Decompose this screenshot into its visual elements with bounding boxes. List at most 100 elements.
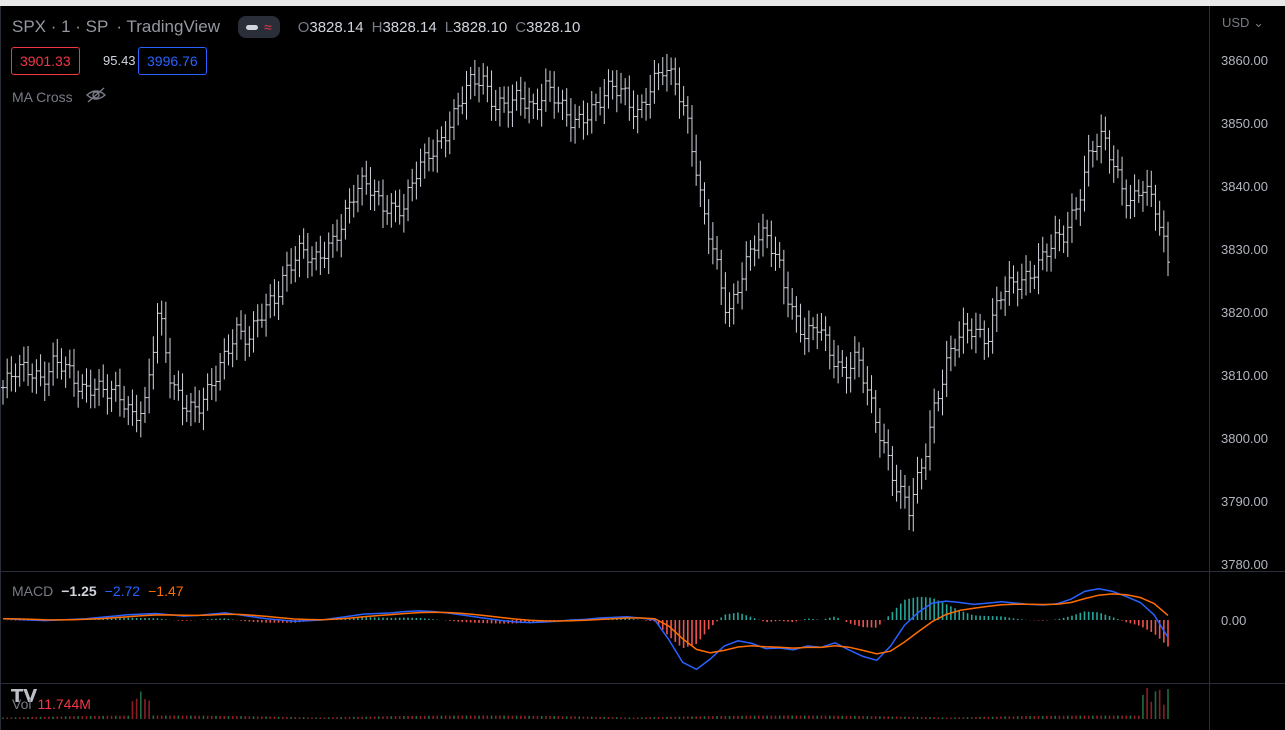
volume-legend[interactable]: Vol 11.744M (12, 696, 91, 712)
ohlc-bar (610, 70, 615, 100)
ohlc-bar (1015, 271, 1020, 307)
macd-signal-value: −2.72 (104, 583, 141, 599)
volume-name[interactable]: Vol (12, 696, 31, 712)
low-value: 3828.10 (453, 18, 508, 36)
ohlc-bar (602, 78, 607, 124)
ohlc-bar (134, 394, 139, 433)
ohlc-bar (1136, 179, 1141, 204)
symbol-title[interactable]: SPX · 1 · SP (12, 17, 108, 37)
ohlc-bar (1003, 276, 1008, 316)
ohlc-bar (117, 368, 122, 417)
ohlc-bar (330, 224, 335, 258)
ohlc-bar (368, 167, 373, 211)
ohlc-bar (339, 214, 344, 258)
currency-selector[interactable]: USD ⌄ (1222, 15, 1264, 31)
ohlc-bar (435, 129, 440, 173)
indicator-legend[interactable]: MA Cross (12, 86, 107, 107)
pane-separator-price-macd[interactable] (0, 571, 1209, 572)
ohlc-bar (852, 336, 857, 380)
ohlc-bar (689, 105, 694, 167)
ohlc-bar (973, 312, 978, 354)
ohlc-bar (857, 342, 862, 378)
ohlc-bar (1061, 225, 1066, 254)
chart-canvas[interactable] (0, 0, 1285, 730)
ohlc-bar (1145, 169, 1150, 206)
pane-separator-macd-volume[interactable] (0, 683, 1209, 684)
ohlc-bar (894, 464, 899, 502)
ohlc-bar (477, 67, 482, 103)
ohlc-bar (314, 241, 319, 271)
market-status-pill[interactable]: ≈ (238, 16, 280, 38)
macd-name[interactable]: MACD (12, 583, 53, 599)
ohlc-bar (539, 83, 544, 127)
ohlc-bar (1086, 134, 1091, 187)
ohlc-bar (514, 81, 519, 111)
ohlc-bar (472, 59, 477, 97)
ohlc-bar (218, 352, 223, 391)
ohlc-bar (105, 374, 110, 415)
eye-hidden-icon[interactable] (85, 86, 107, 107)
ohlc-bar (873, 390, 878, 433)
ohlc-bar (351, 184, 356, 218)
ohlc-bar (994, 286, 999, 332)
price-axis-tick: 3820.00 (1221, 305, 1268, 320)
ohlc-bar (1120, 156, 1125, 206)
price-axis-tick: 3780.00 (1221, 557, 1268, 572)
ohlc-bar (389, 193, 394, 228)
ohlc-bar (497, 86, 502, 127)
ohlc-bar (188, 392, 193, 427)
ohlc-bar (773, 236, 778, 271)
ohlc-bar (493, 89, 498, 121)
ohlc-bar (426, 137, 431, 172)
buy-button[interactable]: 3996.76 (138, 47, 207, 75)
ohlc-bar (1103, 116, 1108, 151)
ohlc-bar (410, 168, 415, 202)
macd-axis-zero: 0.00 (1221, 613, 1247, 628)
ohlc-bar (953, 338, 958, 367)
ohlc-bar (844, 356, 849, 394)
ohlc-bar (1049, 234, 1054, 272)
ohlc-bar (756, 222, 761, 259)
ohlc-bar (151, 336, 156, 390)
symbol-legend: SPX · 1 · SP · TradingView ≈ O3828.14 H38… (12, 16, 586, 38)
ohlc-bar (598, 87, 603, 116)
ohlc-bar (936, 390, 941, 412)
ohlc-bar (840, 350, 845, 377)
close-label: C (515, 18, 527, 36)
macd-legend[interactable]: MACD −1.25 −2.72 −1.47 (12, 583, 184, 599)
ohlc-bar (122, 385, 127, 418)
ohlc-bar (965, 312, 970, 344)
ohlc-bar (380, 179, 385, 229)
ohlc-bar (318, 235, 323, 275)
ohlc-bar (1053, 215, 1058, 259)
ohlc-bar (811, 317, 816, 341)
ohlc-bar (1132, 174, 1137, 218)
ohlc-bar (614, 70, 619, 113)
ohlc-bar (836, 345, 841, 384)
ohlc-bar (698, 160, 703, 207)
ohlc-bar (376, 180, 381, 206)
ohlc-bar (180, 373, 185, 426)
ohlc-bar (1095, 133, 1100, 161)
ohlc-bar (109, 380, 114, 412)
ohlc-bar (986, 327, 991, 358)
sell-button[interactable]: 3901.33 (11, 47, 80, 75)
ohlc-bar (172, 374, 177, 400)
ohlc-bar (1107, 130, 1112, 174)
ohlc-bar (226, 334, 231, 366)
ohlc-bar (481, 63, 486, 95)
ohlc-bar (147, 358, 152, 414)
macd-hist-value: −1.47 (148, 583, 184, 599)
ohlc-bar (978, 313, 983, 338)
high-label: H (371, 18, 383, 36)
ohlc-bar (702, 182, 707, 225)
ohlc-bar (305, 232, 310, 279)
ohlc-bar (669, 57, 674, 86)
ohlc-bar (42, 361, 47, 402)
ohlc-bar (648, 74, 653, 119)
indicator-name[interactable]: MA Cross (12, 89, 73, 105)
ohlc-bar (593, 93, 598, 122)
ohlc-bar (522, 81, 527, 119)
ohlc-bar (176, 370, 181, 401)
ohlc-bar (243, 314, 248, 361)
